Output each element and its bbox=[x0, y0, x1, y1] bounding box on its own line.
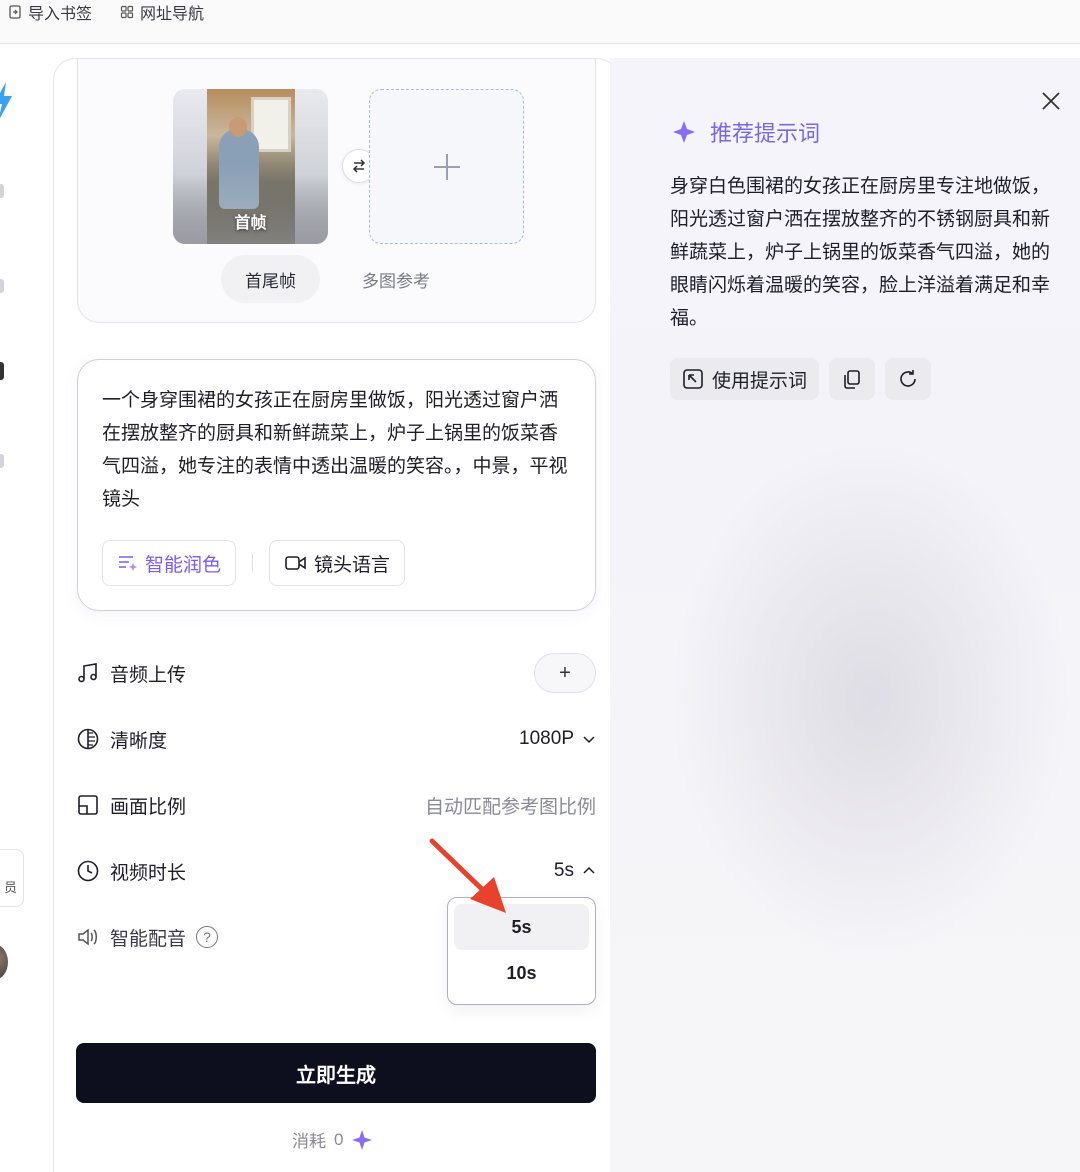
aspect-ratio-label: 画面比例 bbox=[110, 796, 187, 818]
credit-sparkle-icon bbox=[352, 1129, 373, 1150]
tab-multi-image-reference[interactable]: 多图参考 bbox=[338, 255, 454, 303]
sparkle-icon bbox=[673, 121, 695, 143]
generate-now-button[interactable]: 立即生成 bbox=[76, 1043, 596, 1103]
cost-label: 消耗 bbox=[292, 1132, 326, 1151]
recommend-actions: 使用提示词 bbox=[670, 358, 932, 400]
nav-item-icon[interactable] bbox=[0, 279, 4, 293]
duration-row[interactable]: 视频时长 5s bbox=[76, 849, 596, 893]
swap-icon bbox=[352, 159, 366, 173]
music-note-icon bbox=[76, 661, 100, 685]
frame-mode-tabs: 首尾帧 多图参考 bbox=[221, 255, 454, 303]
plus-icon: + bbox=[559, 661, 571, 684]
refresh-button[interactable] bbox=[885, 358, 932, 400]
divider bbox=[252, 554, 254, 572]
camera-language-label: 镜头语言 bbox=[314, 554, 391, 576]
import-bookmarks-label: 导入书签 bbox=[28, 5, 93, 23]
resolution-value: 1080P bbox=[519, 728, 574, 749]
left-rail: 员 bbox=[0, 44, 40, 1172]
site-navigation-label: 网址导航 bbox=[140, 5, 205, 23]
close-icon[interactable] bbox=[1040, 90, 1062, 112]
recommend-title: 推荐提示词 bbox=[672, 116, 820, 148]
audio-upload-row: 音频上传 + bbox=[76, 651, 596, 695]
nav-item-icon[interactable] bbox=[0, 184, 4, 198]
bookmark-bar: 导入书签 网址导航 bbox=[0, 0, 1080, 44]
cost-indicator: 消耗 0 bbox=[292, 1127, 373, 1152]
import-icon bbox=[9, 4, 21, 19]
apply-icon bbox=[683, 369, 703, 389]
prompt-actions: 智能润色 镜头语言 bbox=[102, 540, 406, 586]
grid-icon bbox=[120, 5, 134, 18]
aspect-ratio-value: 自动匹配参考图比例 bbox=[424, 796, 596, 818]
member-card[interactable]: 员 bbox=[0, 849, 24, 907]
clock-icon bbox=[76, 859, 100, 883]
resolution-icon bbox=[76, 727, 100, 751]
add-last-frame-button[interactable] bbox=[369, 89, 524, 244]
audio-upload-add-button[interactable]: + bbox=[534, 653, 596, 693]
plus-icon bbox=[433, 153, 460, 180]
duration-option-10s[interactable]: 10s bbox=[454, 950, 589, 996]
nav-item-icon[interactable] bbox=[0, 362, 4, 380]
use-prompt-label: 使用提示词 bbox=[712, 370, 808, 392]
use-prompt-button[interactable]: 使用提示词 bbox=[670, 358, 820, 400]
resolution-select[interactable]: 1080P bbox=[519, 728, 596, 750]
chevron-down-icon bbox=[583, 736, 595, 744]
import-bookmarks-link[interactable]: 导入书签 bbox=[8, 0, 92, 24]
recommend-panel: 推荐提示词 身穿白色围裙的女孩正在厨房里专注地做饭，阳光透过窗户洒在摆放整齐的不… bbox=[610, 58, 1080, 1172]
prompt-input-box[interactable]: 一个身穿围裙的女孩正在厨房里做饭，阳光透过窗户洒在摆放整齐的厨具和新鲜蔬菜上，炉… bbox=[77, 359, 596, 611]
avatar[interactable] bbox=[0, 944, 8, 980]
annotation-arrow-icon bbox=[429, 838, 506, 913]
generation-panel: 首帧 首尾帧 多图参考 一个身穿围裙的女孩正在厨房里做饭，阳光透过窗户洒在摆放整… bbox=[53, 58, 619, 1172]
duration-select[interactable]: 5s bbox=[554, 860, 596, 882]
cost-value: 0 bbox=[334, 1129, 344, 1149]
camera-icon bbox=[285, 556, 306, 570]
frame-upload-area: 首帧 首尾帧 多图参考 bbox=[77, 59, 596, 323]
aspect-ratio-icon bbox=[76, 793, 100, 817]
prompt-text[interactable]: 一个身穿围裙的女孩正在厨房里做饭，阳光透过窗户洒在摆放整齐的厨具和新鲜蔬菜上，炉… bbox=[102, 384, 572, 516]
smart-dubbing-label: 智能配音 bbox=[110, 928, 187, 950]
logo-icon[interactable] bbox=[0, 82, 14, 122]
help-icon[interactable]: ? bbox=[196, 926, 219, 948]
chevron-up-icon bbox=[583, 866, 595, 874]
resolution-label: 清晰度 bbox=[110, 730, 168, 752]
magic-lines-icon bbox=[119, 556, 137, 571]
speaker-icon bbox=[76, 925, 100, 949]
recommend-title-text: 推荐提示词 bbox=[710, 121, 821, 146]
tab-first-last-frame[interactable]: 首尾帧 bbox=[221, 255, 320, 303]
first-frame-thumbnail[interactable]: 首帧 bbox=[173, 89, 328, 244]
smart-polish-button[interactable]: 智能润色 bbox=[102, 540, 237, 586]
smart-polish-label: 智能润色 bbox=[145, 554, 222, 576]
duration-value: 5s bbox=[553, 860, 574, 881]
site-navigation-link[interactable]: 网址导航 bbox=[120, 0, 204, 24]
copy-icon bbox=[844, 370, 860, 389]
camera-language-button[interactable]: 镜头语言 bbox=[269, 540, 406, 586]
first-frame-label: 首帧 bbox=[234, 215, 267, 232]
duration-label: 视频时长 bbox=[110, 862, 187, 884]
member-label: 员 bbox=[3, 880, 17, 895]
audio-upload-label: 音频上传 bbox=[110, 664, 187, 686]
refresh-icon bbox=[900, 370, 916, 387]
resolution-row[interactable]: 清晰度 1080P bbox=[76, 717, 596, 761]
copy-button[interactable] bbox=[829, 358, 876, 400]
nav-item-icon[interactable] bbox=[0, 454, 4, 468]
recommend-text: 身穿白色围裙的女孩正在厨房里专注地做饭，阳光透过窗户洒在摆放整齐的不锈钢厨具和新… bbox=[670, 176, 1051, 329]
aspect-ratio-row[interactable]: 画面比例 自动匹配参考图比例 bbox=[76, 783, 596, 827]
